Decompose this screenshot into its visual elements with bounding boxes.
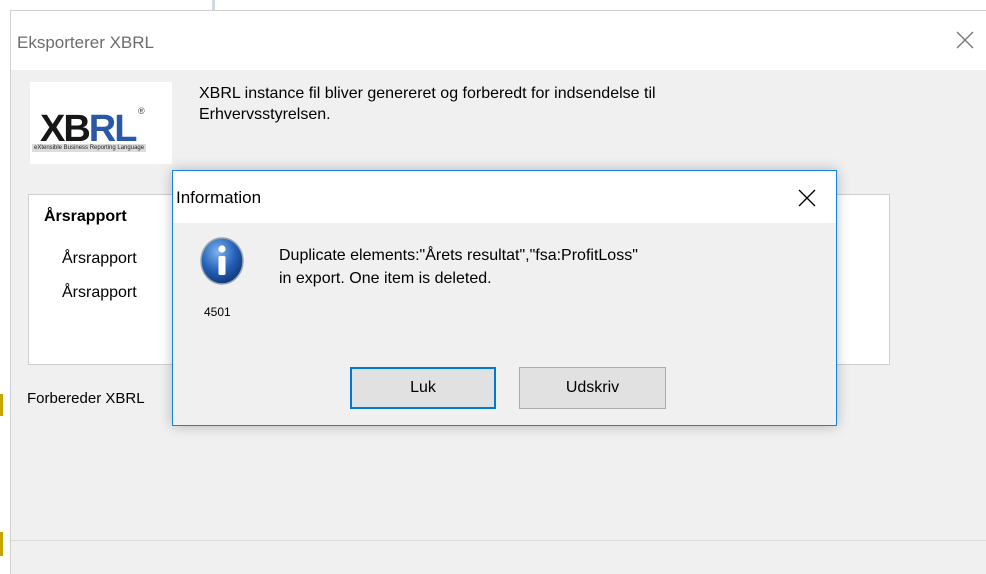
background-tick [212,0,215,10]
divider [11,540,986,541]
export-message-line: XBRL instance fil bliver genereret og fo… [199,85,656,102]
window-title: Eksporterer XBRL [17,33,154,52]
background-edge [0,0,10,574]
group-item: Årsrapport [62,250,137,267]
close-button[interactable]: Luk [350,367,496,409]
info-icon [200,237,244,285]
title-bar: Eksporterer XBRL [11,11,986,70]
status-text: Forbereder XBRL [27,390,145,407]
dialog-title-bar: Information [173,171,836,223]
dialog-title: Information [176,188,262,207]
logo-subtitle: eXtensible Business Reporting Language [32,144,147,152]
group-title: Årsrapport [44,208,127,225]
background-marker [0,532,3,556]
export-message-line: Erhvervsstyrelsen. [199,106,331,123]
dialog-message-line: in export. One item is deleted. [279,270,492,287]
dialog-message: Duplicate elements:"Årets resultat","fsa… [279,244,819,290]
background-marker [0,394,3,416]
logo-registered-mark: ® [138,106,145,116]
close-icon [956,31,974,49]
dialog-close-button[interactable] [792,183,822,213]
window-close-button[interactable] [950,25,980,55]
background-top [10,0,986,10]
xbrl-logo: XBRL ® eXtensible Business Reporting Lan… [30,82,172,164]
error-code: 4501 [204,305,231,319]
information-dialog: Information 4501 Duplicate elements:"Åre… [172,170,837,426]
export-message: XBRL instance fil bliver genereret og fo… [199,83,899,125]
dialog-message-line: Duplicate elements:"Årets resultat","fsa… [279,247,638,264]
group-item: Årsrapport [62,284,137,301]
close-icon [798,189,816,207]
print-button[interactable]: Udskriv [519,367,666,409]
